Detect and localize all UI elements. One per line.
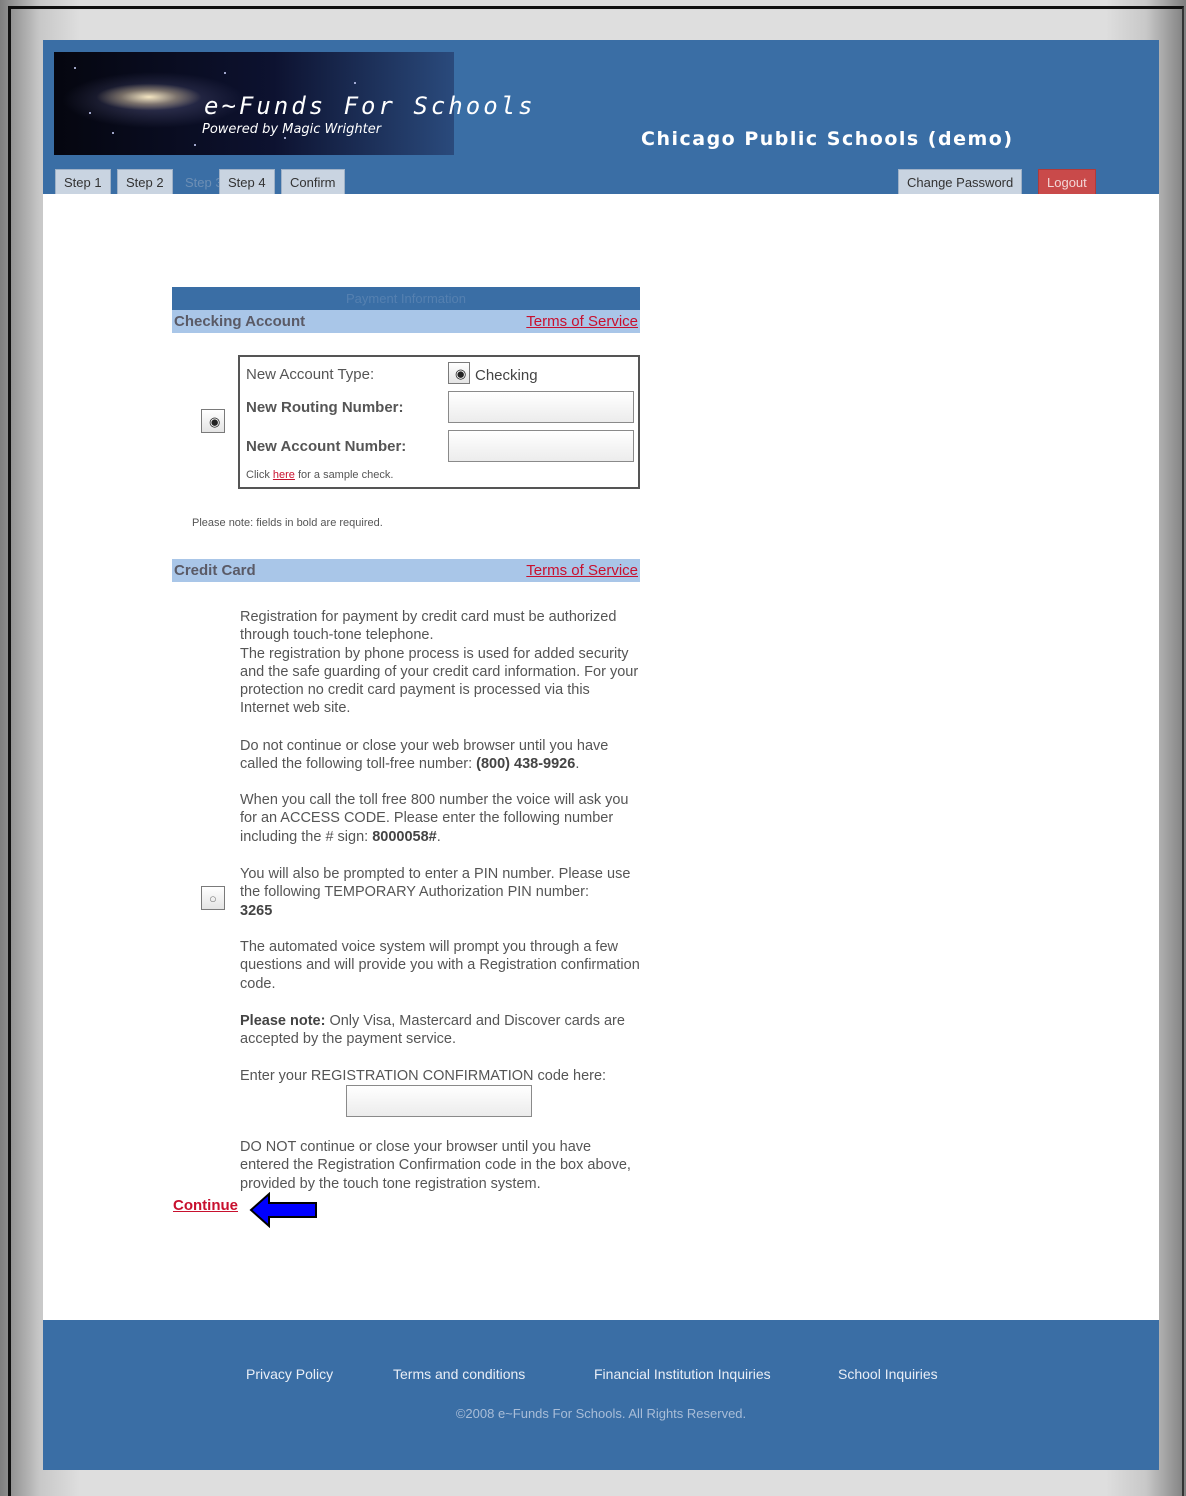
cc-pin-text: You will also be prompted to enter a PIN…: [240, 866, 631, 901]
confirmation-code-input[interactable]: [346, 1085, 532, 1117]
radio-selected-icon: ◉: [209, 414, 221, 429]
footer-school-inquiries-link[interactable]: School Inquiries: [838, 1366, 938, 1382]
cc-paragraph-pin: You will also be prompted to enter a PIN…: [240, 865, 640, 920]
credit-card-radio[interactable]: ○: [201, 886, 225, 910]
brand-title: e~Funds For Schools: [204, 92, 536, 120]
routing-number-label: New Routing Number:: [246, 399, 404, 416]
account-number-label: New Account Number:: [246, 438, 407, 455]
checking-account-radio[interactable]: ◉: [201, 409, 225, 433]
credit-card-bar: Credit Card Terms of Service: [172, 559, 640, 582]
checking-account-title: Checking Account: [174, 313, 306, 330]
credit-card-terms-of-service-link[interactable]: Terms of Service: [526, 562, 638, 579]
change-password-button[interactable]: Change Password: [898, 169, 1023, 194]
tab-confirm[interactable]: Confirm: [281, 169, 345, 194]
account-type-label: New Account Type:: [246, 366, 375, 383]
confirmation-code-prompt: Enter your REGISTRATION CONFIRMATION cod…: [240, 1068, 607, 1084]
payment-information-header: Payment Information: [172, 287, 640, 310]
footer-financial-inquiries-link[interactable]: Financial Institution Inquiries: [594, 1366, 771, 1382]
footer: Privacy Policy Terms and conditions Fina…: [43, 1320, 1159, 1470]
accepted-cards-note-label: Please note:: [240, 1013, 326, 1029]
footer-copyright: ©2008 e~Funds For Schools. All Rights Re…: [455, 1406, 747, 1421]
credit-card-title: Credit Card: [174, 562, 256, 579]
radio-selected-icon: ◉: [455, 366, 467, 381]
org-title: Chicago Public Schools (demo): [641, 128, 1014, 150]
sample-check-prefix: Click: [246, 469, 270, 481]
required-fields-note: Please note: fields in bold are required…: [192, 517, 383, 529]
cc-paragraph-call: Do not continue or close your web browse…: [240, 738, 609, 773]
checking-terms-of-service-link[interactable]: Terms of Service: [526, 313, 638, 330]
routing-number-input[interactable]: [448, 391, 634, 423]
cc-paragraph-access-code: When you call the toll free 800 number t…: [240, 792, 629, 845]
cc-paragraph-automated-voice: The automated voice system will prompt y…: [240, 939, 640, 992]
account-type-checking-radio[interactable]: ◉: [448, 362, 470, 384]
continue-link[interactable]: Continue: [173, 1197, 238, 1214]
left-arrow-icon: [249, 1192, 317, 1228]
header: e~Funds For Schools Powered by Magic Wri…: [43, 40, 1159, 194]
cc-paragraph-do-not-continue: DO NOT continue or close your browser un…: [240, 1139, 631, 1192]
cc-authorization-text: Registration for payment by credit card …: [240, 609, 617, 644]
logout-button[interactable]: Logout: [1038, 169, 1096, 194]
access-code: 8000058#: [372, 828, 437, 845]
tab-step-1[interactable]: Step 1: [55, 169, 111, 194]
checking-account-bar: Checking Account Terms of Service: [172, 310, 640, 333]
sample-check-text: Click here for a sample check.: [246, 469, 393, 481]
tab-step-4[interactable]: Step 4: [219, 169, 275, 194]
footer-privacy-policy-link[interactable]: Privacy Policy: [246, 1366, 333, 1382]
account-number-input[interactable]: [448, 430, 634, 462]
cc-paragraph-accepted-cards: Please note: Only Visa, Mastercard and D…: [240, 1012, 640, 1049]
checking-account-form: New Account Type: ◉ Checking New Routing…: [238, 355, 640, 489]
page: e~Funds For Schools Powered by Magic Wri…: [43, 40, 1159, 1470]
account-type-checking-label: Checking: [475, 367, 538, 384]
cc-security-text: The registration by phone process is use…: [240, 645, 639, 717]
sample-check-suffix: for a sample check.: [298, 469, 394, 481]
footer-terms-link[interactable]: Terms and conditions: [393, 1366, 525, 1382]
toll-free-number: (800) 438-9926: [476, 756, 576, 773]
radio-unselected-icon: ○: [209, 891, 217, 906]
galaxy-banner-image: e~Funds For Schools Powered by Magic Wri…: [54, 52, 533, 155]
cc-paragraph-authorization: Registration for payment by credit card …: [240, 608, 640, 718]
brand-subtitle: Powered by Magic Wrighter: [202, 122, 382, 137]
tab-step-2[interactable]: Step 2: [117, 169, 173, 194]
sample-check-link[interactable]: here: [273, 469, 295, 481]
temporary-pin: 3265: [240, 902, 273, 919]
